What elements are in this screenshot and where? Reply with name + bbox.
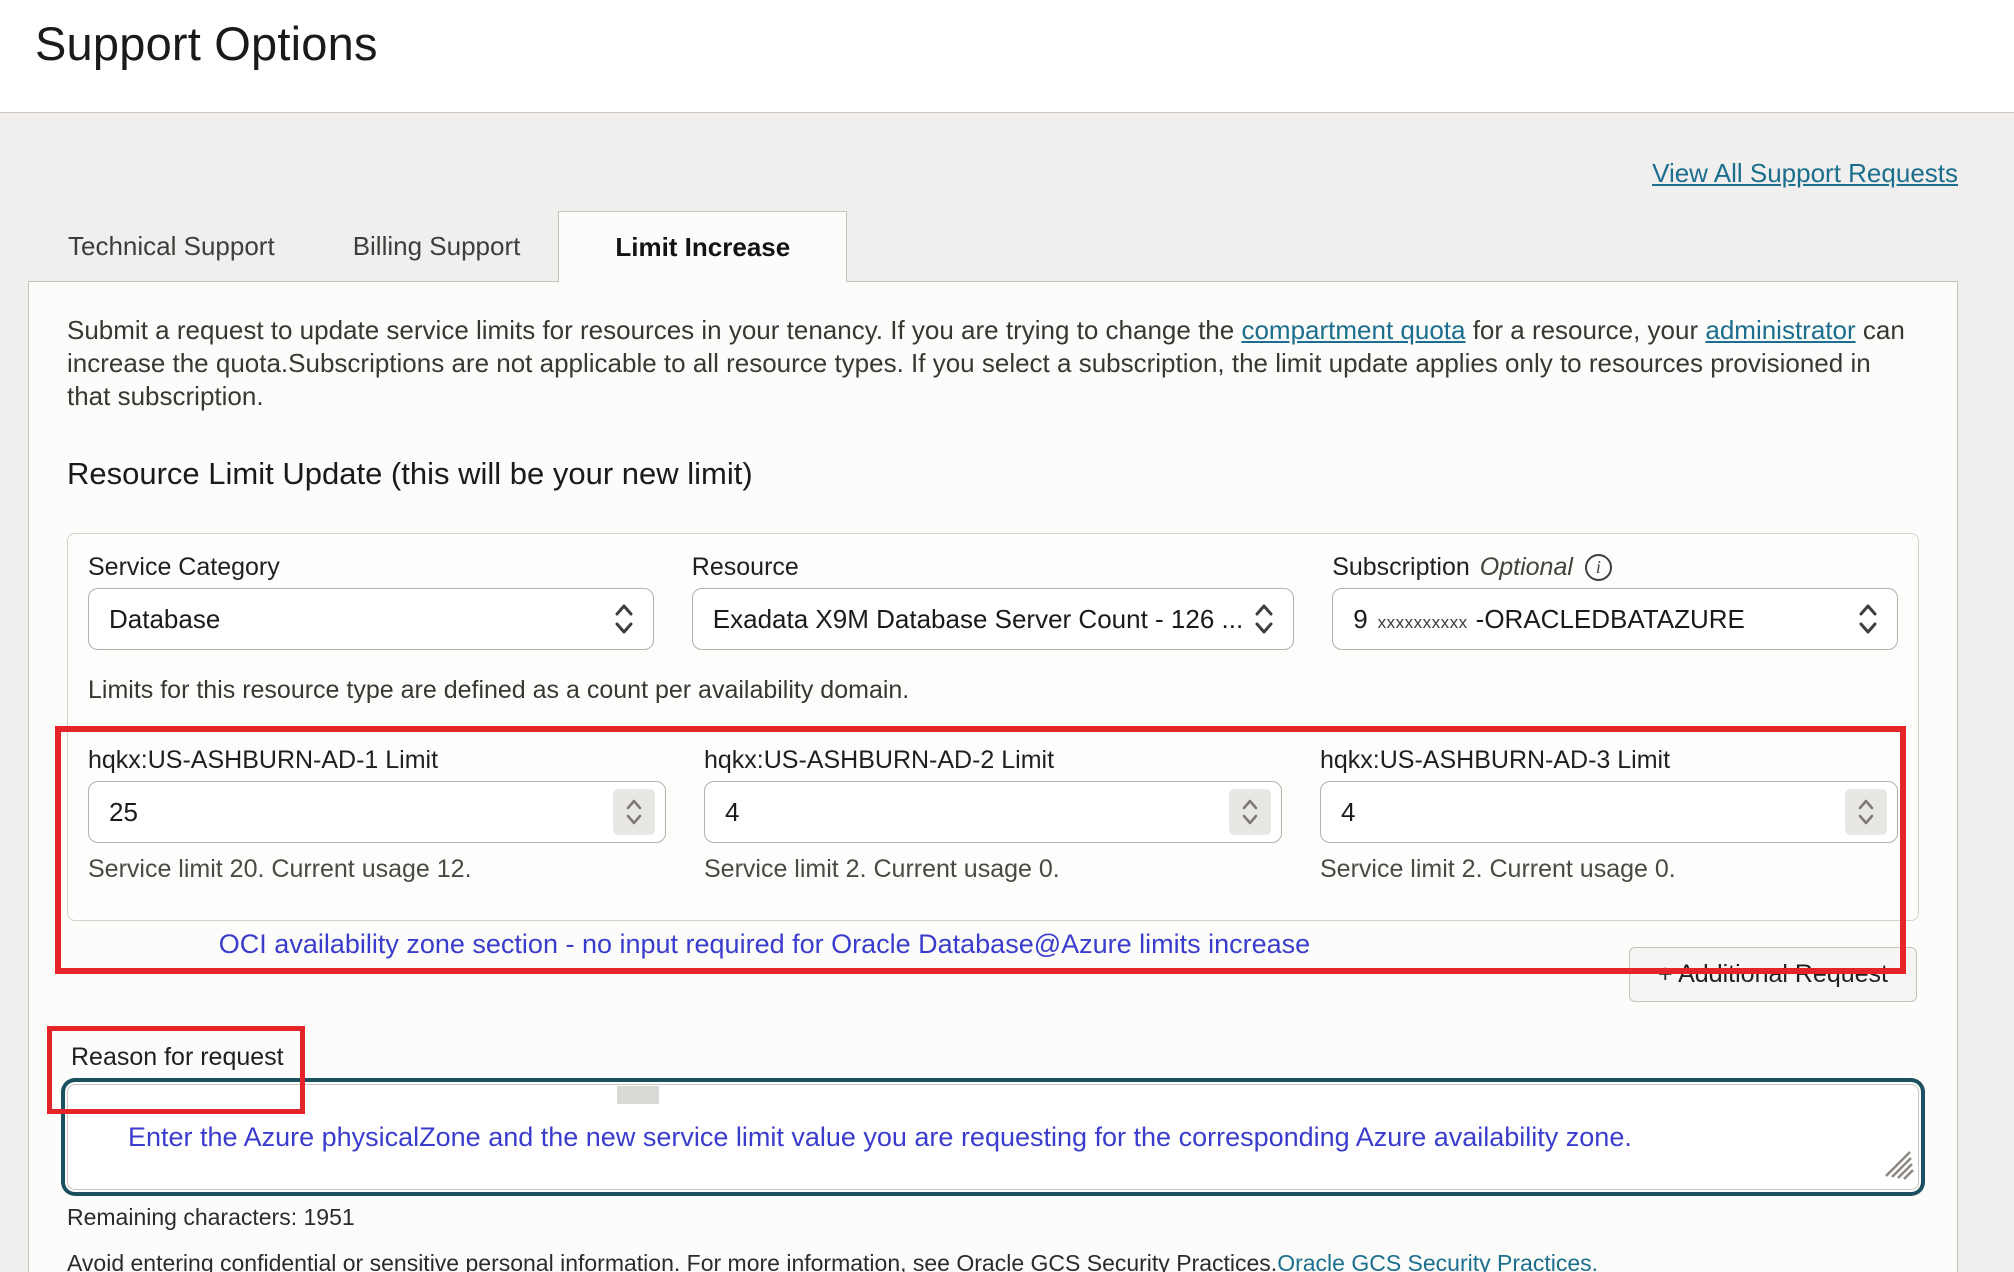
compartment-quota-link[interactable]: compartment quota: [1241, 315, 1465, 345]
stepper-up-down-icon[interactable]: [1845, 789, 1887, 835]
tab-billing-support[interactable]: Billing Support: [351, 211, 523, 281]
subscription-label: Subscription: [1332, 553, 1470, 582]
reason-hint-text: Enter the Azure physicalZone and the new…: [128, 1122, 1632, 1153]
tab-limit-increase[interactable]: Limit Increase: [558, 211, 847, 282]
subscription-value-prefix: 9: [1353, 604, 1367, 634]
intro-paragraph: Submit a request to update service limit…: [67, 314, 1919, 413]
reason-label: Reason for request: [67, 1043, 1919, 1071]
ad2-label: hqkx:US-ASHBURN-AD-2 Limit: [704, 745, 1282, 775]
subscription-label-row: Subscription Optional i: [1332, 552, 1898, 582]
ad2-limit-input-box: [704, 781, 1282, 843]
subscription-select[interactable]: 9 xxxxxxxxxx -ORACLEDBATAZURE: [1332, 588, 1898, 650]
zone-note-row: OCI availability zone section - no input…: [67, 921, 1919, 1005]
ad1-limit-input[interactable]: [89, 797, 613, 828]
administrator-link[interactable]: administrator: [1705, 315, 1855, 345]
select-row: Service Category Database Resource Exada…: [88, 552, 1898, 650]
intro-text: for a resource, your: [1465, 315, 1705, 345]
resource-label: Resource: [692, 552, 1294, 582]
service-category-value: Database: [109, 604, 603, 635]
resource-limit-card: Service Category Database Resource Exada…: [67, 533, 1919, 921]
security-note: Avoid entering confidential or sensitive…: [67, 1250, 1919, 1272]
subscription-value: 9 xxxxxxxxxx -ORACLEDBATAZURE: [1353, 604, 1847, 635]
security-practices-link[interactable]: Oracle GCS Security Practices.: [1277, 1250, 1598, 1272]
resource-select[interactable]: Exadata X9M Database Server Count - 126 …: [692, 588, 1294, 650]
view-all-support-requests-link[interactable]: View All Support Requests: [1652, 158, 1958, 188]
security-note-text: Avoid entering confidential or sensitive…: [67, 1250, 1277, 1272]
stepper-up-down-icon[interactable]: [613, 789, 655, 835]
ad3-limit-input-box: [1320, 781, 1898, 843]
subscription-value-suffix: -ORACLEDBATAZURE: [1476, 604, 1745, 634]
zone-annotation-note: OCI availability zone section - no input…: [212, 929, 1317, 960]
subscription-optional-label: Optional: [1480, 553, 1573, 582]
ad3-helper-text: Service limit 2. Current usage 0.: [1320, 855, 1898, 884]
ad2-helper-text: Service limit 2. Current usage 0.: [704, 855, 1282, 884]
ad1-limit-input-box: [88, 781, 666, 843]
support-tabs: Technical Support Billing Support Limit …: [28, 211, 1958, 281]
service-category-label: Service Category: [88, 552, 654, 582]
service-category-select[interactable]: Database: [88, 588, 654, 650]
ad-limit-column-3: hqkx:US-ASHBURN-AD-3 Limit Service limit…: [1320, 745, 1898, 884]
stepper-up-down-icon[interactable]: [1229, 789, 1271, 835]
resize-handle-icon[interactable]: [1880, 1146, 1914, 1185]
chevron-up-down-icon: [1253, 602, 1275, 636]
limit-increase-panel: Submit a request to update service limit…: [28, 281, 1958, 1272]
ad-limit-column-1: hqkx:US-ASHBURN-AD-1 Limit Service limit…: [88, 745, 666, 884]
ad-limit-column-2: hqkx:US-ASHBURN-AD-2 Limit Service limit…: [704, 745, 1282, 884]
ad2-limit-input[interactable]: [705, 797, 1229, 828]
ad1-helper-text: Service limit 20. Current usage 12.: [88, 855, 666, 884]
info-icon[interactable]: i: [1585, 554, 1612, 581]
intro-text: Submit a request to update service limit…: [67, 315, 1241, 345]
section-title: Resource Limit Update (this will be your…: [67, 456, 1919, 492]
resource-value: Exadata X9M Database Server Count - 126 …: [713, 604, 1243, 635]
limits-note: Limits for this resource type are define…: [88, 676, 1898, 705]
tab-technical-support[interactable]: Technical Support: [66, 211, 277, 281]
subscription-value-masked: xxxxxxxxxx: [1378, 613, 1468, 632]
chevron-up-down-icon: [613, 602, 635, 636]
field-resource: Resource Exadata X9M Database Server Cou…: [692, 552, 1294, 650]
ad3-label: hqkx:US-ASHBURN-AD-3 Limit: [1320, 745, 1898, 775]
ad3-limit-input[interactable]: [1321, 797, 1845, 828]
page-header: Support Options: [0, 0, 2014, 113]
remaining-characters: Remaining characters: 1951: [67, 1204, 1919, 1231]
page-title: Support Options: [35, 16, 2014, 71]
reason-textarea[interactable]: Enter the Azure physicalZone and the new…: [67, 1084, 1919, 1190]
ad-limits-row: hqkx:US-ASHBURN-AD-1 Limit Service limit…: [88, 745, 1898, 884]
chevron-up-down-icon: [1857, 602, 1879, 636]
field-subscription: Subscription Optional i 9 xxxxxxxxxx -ORAC…: [1332, 552, 1898, 650]
toplink-row: View All Support Requests: [28, 158, 1958, 190]
additional-request-button[interactable]: + Additional Request: [1629, 947, 1917, 1002]
ad1-label: hqkx:US-ASHBURN-AD-1 Limit: [88, 745, 666, 775]
field-service-category: Service Category Database: [88, 552, 654, 650]
